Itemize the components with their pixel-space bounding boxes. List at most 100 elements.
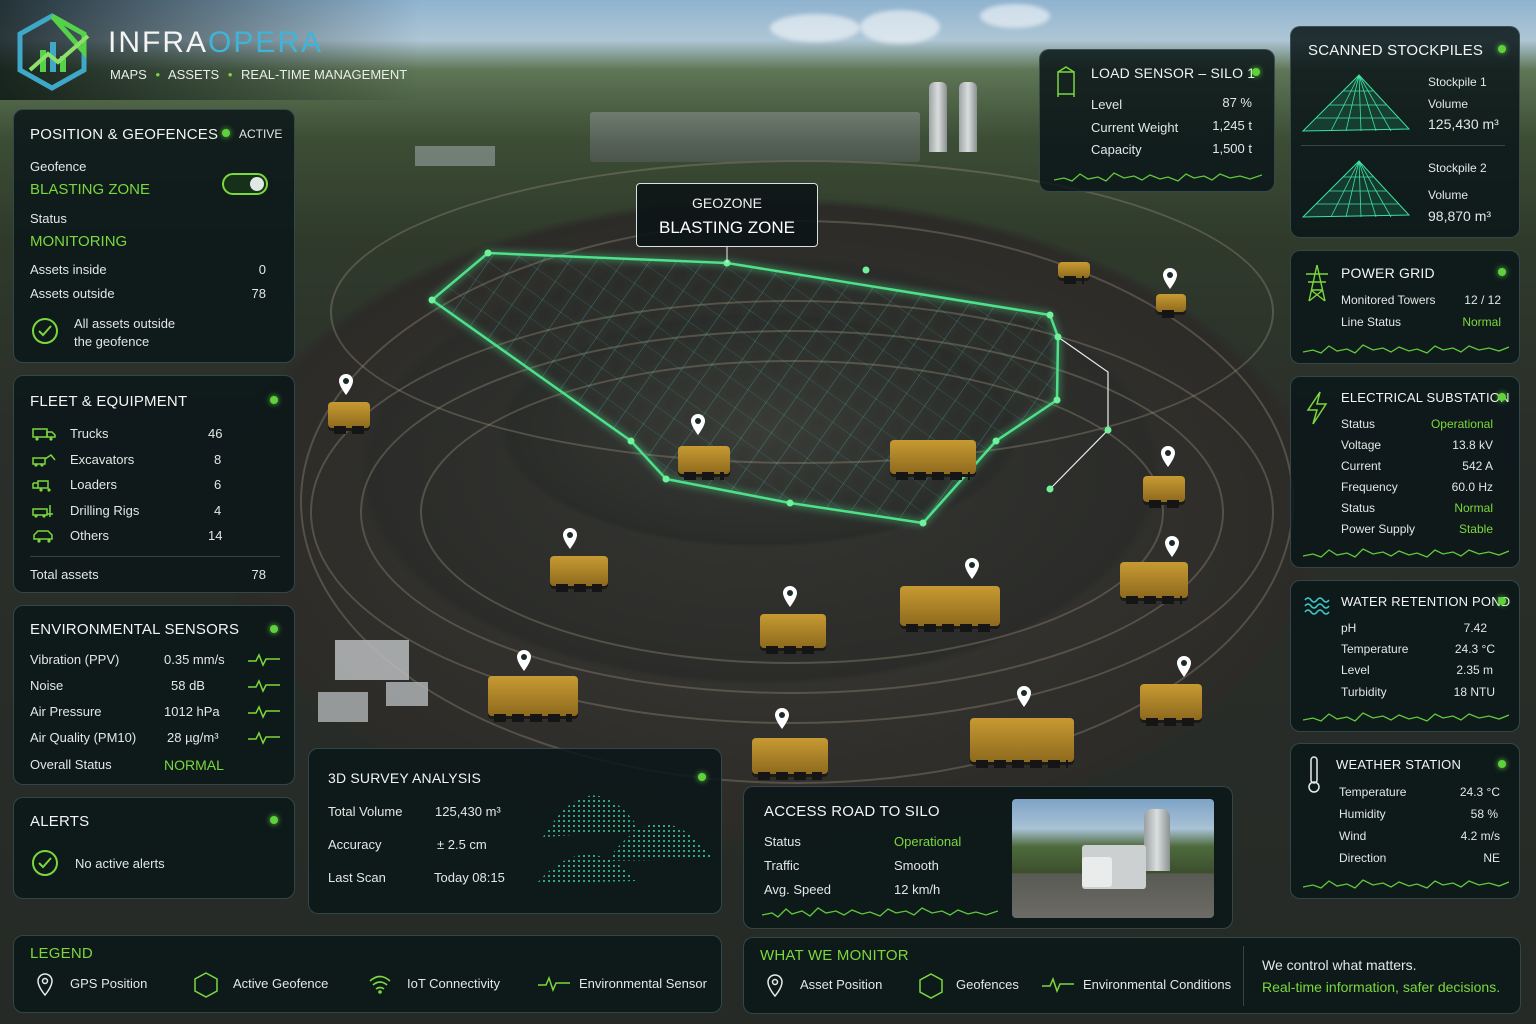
loader[interactable] — [752, 738, 828, 780]
status-value: MONITORING — [30, 233, 128, 250]
survey-row-value: 125,430 m³ — [435, 804, 501, 819]
status-dot — [270, 816, 278, 824]
pulse-icon — [538, 976, 570, 992]
map-pin-icon[interactable] — [338, 374, 354, 396]
monitor-item-label: Asset Position — [800, 977, 883, 992]
road-row-label: Status — [764, 834, 801, 849]
brand-header: INFRAOPERA MAPS • ASSETS • REAL-TIME MAN… — [0, 0, 420, 100]
env-row-label: Air Quality (PM10) — [30, 730, 137, 745]
drilling-rig-icon — [32, 504, 53, 518]
load-row-label: Capacity — [1091, 142, 1142, 157]
haul-truck[interactable] — [328, 402, 370, 434]
pond-row-value: 24.3 °C — [1454, 642, 1495, 656]
state-badge: ACTIVE — [239, 127, 283, 141]
weather-row-value: 4.2 m/s — [1460, 829, 1500, 843]
substation-row-value: Stable — [1458, 522, 1493, 536]
fleet-row-loaders[interactable]: Loaders 6 — [30, 475, 230, 501]
assets-outside-value: 78 — [251, 286, 266, 301]
geofence-value: BLASTING ZONE — [30, 181, 151, 198]
map-pin-icon[interactable] — [782, 586, 798, 608]
map-pin-icon[interactable] — [774, 708, 790, 730]
substation-row-label: Power Supply — [1341, 522, 1416, 536]
status-dot — [1252, 68, 1260, 76]
pond-row-label: Temperature — [1341, 642, 1409, 656]
env-row-label: Vibration (PPV) — [30, 652, 120, 667]
haul-truck[interactable] — [1156, 294, 1186, 318]
substation-row-value: 60.0 Hz — [1451, 480, 1493, 494]
haul-truck[interactable] — [1143, 476, 1185, 508]
haul-truck[interactable] — [488, 676, 578, 722]
sparkline — [1303, 548, 1509, 558]
load-row-label: Level — [1091, 97, 1123, 112]
status-label: Status — [30, 211, 67, 226]
status-dot — [1498, 393, 1506, 401]
water-retention-pond-panel: WATER RETENTION POND pH 7.42 Temperature… — [1290, 580, 1520, 732]
map-pin-icon[interactable] — [1162, 268, 1178, 290]
environmental-sensors-panel: ENVIRONMENTAL SENSORS Vibration (PPV) 0.… — [13, 605, 295, 785]
haul-truck[interactable] — [760, 614, 826, 654]
substation-row-value: Normal — [1454, 501, 1493, 515]
stockpile-name: Stockpile 2 — [1428, 161, 1487, 175]
weather-station-panel: WEATHER STATION Temperature 24.3 °C Humi… — [1290, 743, 1520, 899]
water-waves-icon — [1304, 597, 1330, 615]
haul-truck[interactable] — [678, 446, 730, 480]
map-pin-icon[interactable] — [1016, 686, 1032, 708]
geozone-label[interactable]: GEOZONE BLASTING ZONE — [636, 183, 818, 247]
map-pin-icon[interactable] — [1164, 536, 1180, 558]
substation-row-label: Voltage — [1341, 438, 1382, 452]
substation-row-label: Current — [1341, 459, 1382, 473]
geofence-toggle[interactable] — [222, 173, 268, 195]
map-pin-icon[interactable] — [516, 650, 532, 672]
map-pin-icon[interactable] — [1160, 446, 1176, 468]
legend-panel: LEGEND GPS Position Active Geofence IoT … — [13, 935, 722, 1013]
haul-truck[interactable] — [1120, 562, 1188, 604]
sparkline — [1303, 344, 1509, 354]
weather-row-value: 24.3 °C — [1459, 785, 1500, 799]
status-dot — [270, 625, 278, 633]
survey-row-label: Last Scan — [328, 870, 386, 885]
power-row-value: 12 / 12 — [1464, 293, 1501, 307]
scanned-stockpiles-panel: SCANNED STOCKPILES Stockpile 1 Volume 12… — [1290, 26, 1520, 238]
fleet-row-excavators[interactable]: Excavators 8 — [30, 450, 230, 476]
sparkline — [1303, 712, 1509, 722]
silo-icon — [1057, 66, 1075, 97]
haul-truck[interactable] — [970, 718, 1074, 768]
power-row-label: Monitored Towers — [1341, 293, 1436, 307]
haul-truck[interactable] — [1058, 262, 1090, 284]
fleet-row-drilling-rigs[interactable]: Drilling Rigs 4 — [30, 501, 230, 527]
divider — [30, 556, 280, 557]
loader[interactable] — [1140, 684, 1202, 726]
geozone-caption: GEOZONE — [691, 195, 762, 211]
map-pin-icon[interactable] — [562, 528, 578, 550]
divider — [1243, 946, 1244, 1006]
panel-title: ALERTS — [30, 813, 90, 830]
slogan-line1: We control what matters. — [1262, 957, 1417, 973]
map-pin-icon[interactable] — [964, 558, 980, 580]
assets-inside-value: 0 — [258, 262, 266, 277]
haul-truck[interactable] — [550, 556, 608, 592]
panel-title: POWER GRID — [1341, 265, 1435, 281]
map-pin-icon[interactable] — [1176, 656, 1192, 678]
excavator[interactable] — [890, 440, 976, 480]
brand-name: INFRAOPERA — [108, 26, 324, 59]
panel-title: 3D SURVEY ANALYSIS — [328, 770, 482, 786]
map-pin-icon — [767, 974, 783, 998]
pulse-icon — [248, 653, 280, 667]
pond-row-value: 2.35 m — [1456, 663, 1493, 677]
pond-row-label: Level — [1341, 663, 1370, 677]
haul-truck[interactable] — [900, 586, 1000, 632]
pond-row-label: pH — [1341, 621, 1357, 635]
geofence-note-line2: the geofence — [74, 334, 150, 349]
survey-row-value: Today 08:15 — [434, 870, 505, 885]
map-pin-icon[interactable] — [690, 414, 706, 436]
panel-title: LOAD SENSOR – SILO 1 — [1091, 65, 1256, 81]
fleet-row-trucks[interactable]: Trucks 46 — [30, 424, 230, 450]
point-cloud-icon — [537, 795, 713, 883]
fleet-row-others[interactable]: Others 14 — [30, 526, 230, 552]
env-row-value: 58 dB — [171, 678, 205, 693]
fleet-equipment-panel: FLEET & EQUIPMENT Trucks 46 Excavators 8… — [13, 375, 295, 593]
load-sensor-panel: LOAD SENSOR – SILO 1 Level 87 % Current … — [1039, 49, 1275, 192]
substation-row-label: Status — [1341, 501, 1376, 515]
survey-row-value: ± 2.5 cm — [437, 837, 487, 852]
stockpile-mesh-icon — [1301, 74, 1411, 132]
